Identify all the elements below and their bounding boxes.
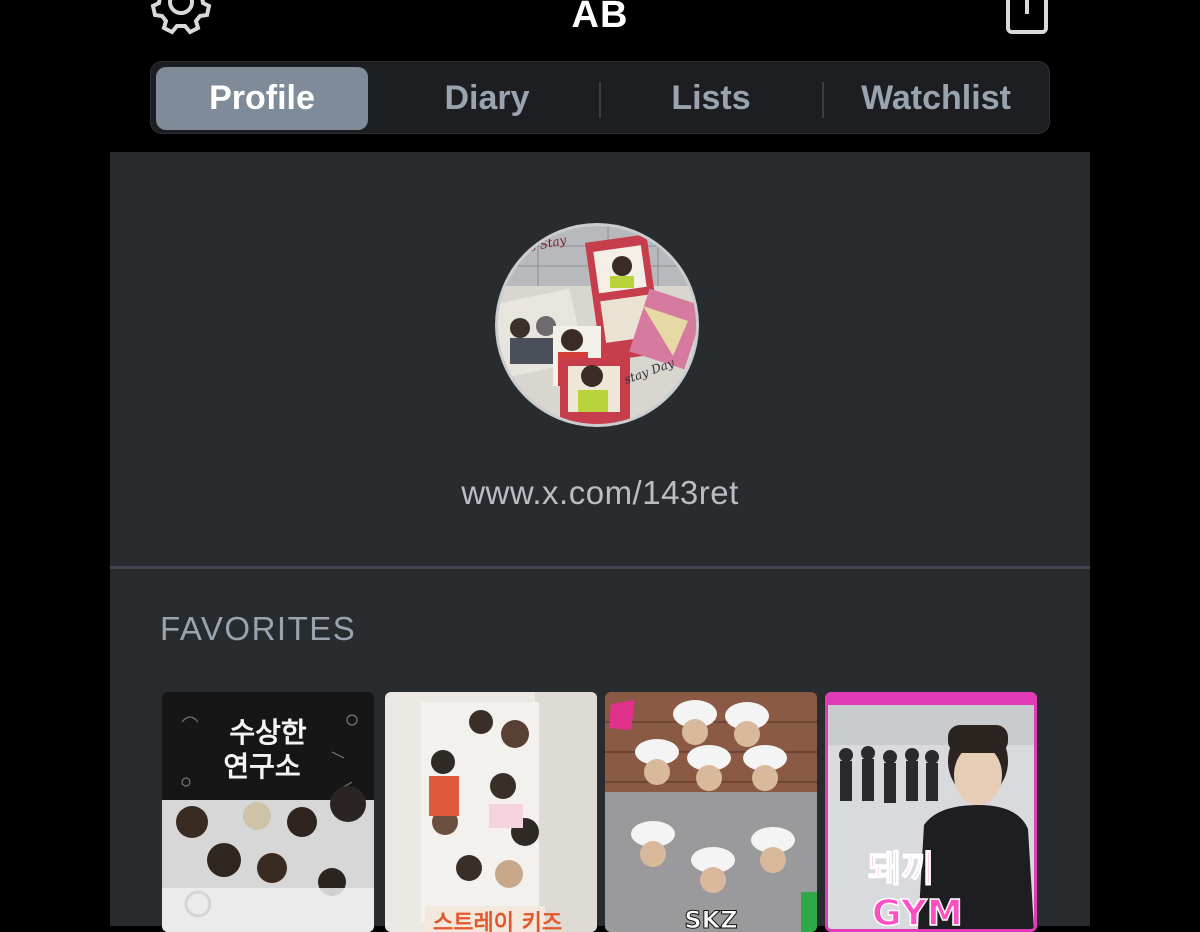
avatar-image: Let's Stay stay Day xyxy=(498,226,696,424)
poster-image: 스트레이 키즈 xyxy=(385,692,597,932)
poster-title: 돼끼 xyxy=(868,849,934,890)
poster-title: 연구소 xyxy=(223,750,300,783)
favorite-poster-4[interactable]: 돼끼 GYM xyxy=(825,692,1037,932)
poster-title: 스트레이 키즈 xyxy=(433,911,562,932)
favorite-poster-2[interactable]: 스트레이 키즈 xyxy=(385,692,597,932)
tab-divider xyxy=(822,82,824,118)
poster-title: GYM xyxy=(872,893,963,929)
segmented-tabs: Profile Diary Lists Watchlist xyxy=(150,61,1050,134)
tab-divider xyxy=(599,82,601,118)
favorite-poster-1[interactable]: 수상한 연구소 xyxy=(162,692,374,932)
share-icon[interactable] xyxy=(1004,0,1050,36)
profile-panel: Let's Stay stay Day www.x.com/143ret FAV… xyxy=(110,152,1090,932)
favorites-heading: FAVORITES xyxy=(160,610,357,647)
poster-image: SKZ xyxy=(605,692,817,932)
tab-watchlist[interactable]: Watchlist xyxy=(830,67,1042,130)
top-bar: AB xyxy=(0,0,1200,50)
poster-title: 수상한 xyxy=(229,716,307,749)
tab-profile[interactable]: Profile xyxy=(156,67,368,130)
section-divider xyxy=(110,566,1090,569)
poster-image: 돼끼 GYM xyxy=(828,695,1034,929)
profile-link[interactable]: www.x.com/143ret xyxy=(110,474,1090,512)
avatar[interactable]: Let's Stay stay Day xyxy=(495,223,699,427)
favorite-poster-3[interactable]: SKZ xyxy=(605,692,817,932)
tab-lists[interactable]: Lists xyxy=(605,67,817,130)
tab-diary[interactable]: Diary xyxy=(381,67,593,130)
poster-title: SKZ xyxy=(684,906,737,932)
poster-image: 수상한 연구소 xyxy=(162,692,374,932)
